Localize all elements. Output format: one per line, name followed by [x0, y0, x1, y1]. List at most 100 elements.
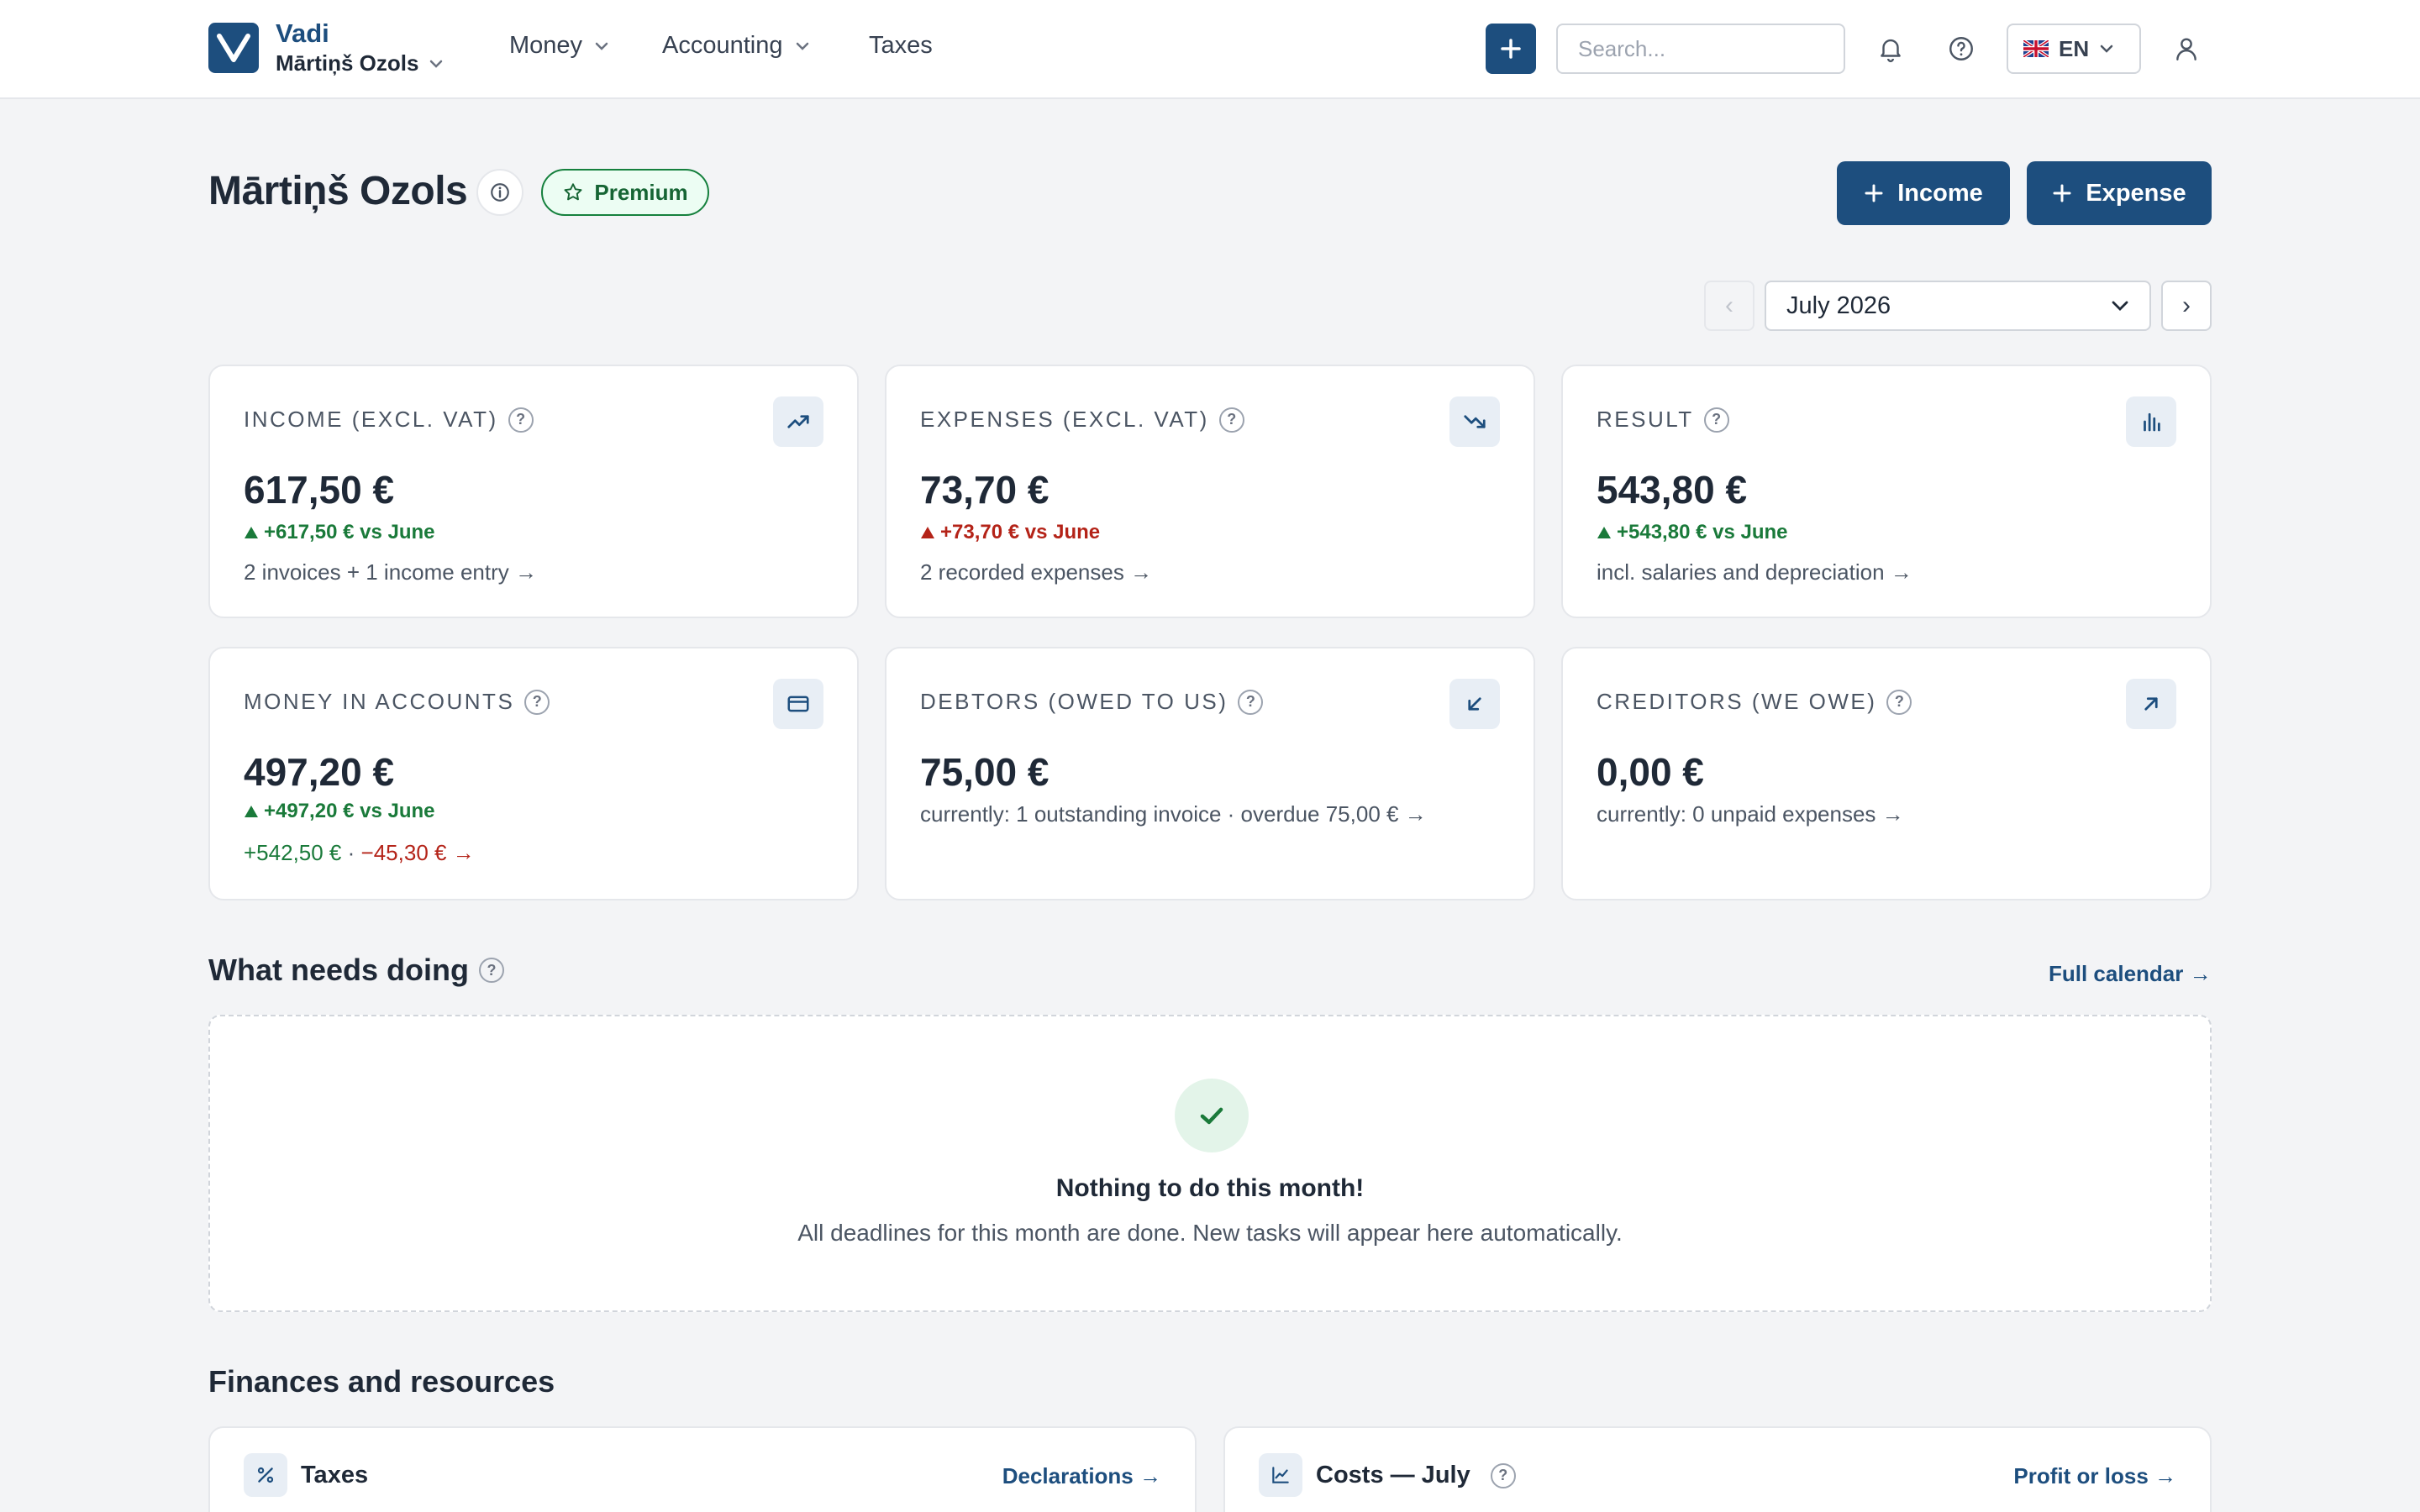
- debtors-details-link[interactable]: currently: 1 outstanding invoice · overd…: [920, 801, 1427, 827]
- result-change-text: +543,80 € vs June: [1617, 521, 1788, 543]
- top-bar: Vadi Mārtiņš Ozols Money Accounting Taxe…: [0, 0, 2420, 99]
- help-icon[interactable]: ?: [1886, 689, 1912, 715]
- empty-state-subtitle: All deadlines for this month are done. N…: [797, 1220, 1623, 1246]
- creditors-card: CREDITORS (WE OWE) ? 0,00 € currently: 0…: [1561, 647, 2212, 900]
- money-card-label: MONEY IN ACCOUNTS: [244, 689, 515, 714]
- taxes-card: Taxes Declarations →: [208, 1426, 1197, 1512]
- chevron-down-icon: [795, 41, 810, 51]
- bell-icon[interactable]: [1870, 29, 1911, 69]
- nav-money[interactable]: Money: [509, 32, 609, 60]
- money-in: +542,50 €: [244, 840, 342, 865]
- add-expense-label: Expense: [2086, 179, 2186, 207]
- expenses-change: +73,70 € vs June: [920, 521, 1100, 544]
- search-input[interactable]: [1556, 24, 1845, 74]
- money-change: +497,20 € vs June: [244, 800, 434, 823]
- trending-down-icon: [1449, 396, 1500, 447]
- income-card-label: INCOME (EXCL. VAT): [244, 407, 498, 432]
- card-label: RESULT ?: [1597, 407, 1729, 433]
- user-icon[interactable]: [2166, 29, 2207, 69]
- line-chart-icon: [1259, 1453, 1302, 1497]
- result-card-label: RESULT: [1597, 407, 1694, 432]
- expenses-card: EXPENSES (EXCL. VAT) ? 73,70 € +73,70 € …: [885, 365, 1535, 618]
- page-title: Mārtiņš Ozols: [208, 169, 468, 213]
- separator: ·: [347, 840, 355, 865]
- language-select[interactable]: EN: [2007, 24, 2141, 74]
- triangle-up-icon: [244, 526, 259, 539]
- help-icon[interactable]: ?: [508, 407, 534, 433]
- plus-icon: [2052, 183, 2072, 203]
- brand-name: Vadi: [276, 18, 329, 48]
- money-flow-link[interactable]: +542,50 € · −45,30 € →: [244, 840, 475, 866]
- profit-or-loss-link[interactable]: Profit or loss →: [2013, 1463, 2176, 1489]
- nav-taxes-label: Taxes: [869, 32, 933, 59]
- period-select[interactable]: July 2026: [1765, 281, 2151, 331]
- help-icon[interactable]: ?: [1218, 407, 1244, 433]
- nav-accounting[interactable]: Accounting: [662, 32, 810, 60]
- language-code: EN: [2059, 35, 2090, 61]
- help-icon[interactable]: ?: [1703, 407, 1729, 433]
- creditors-card-label: CREDITORS (WE OWE): [1597, 689, 1877, 714]
- money-change-text: +497,20 € vs June: [264, 800, 435, 822]
- expenses-card-label: EXPENSES (EXCL. VAT): [920, 407, 1209, 432]
- result-card: RESULT ? 543,80 € +543,80 € vs June incl…: [1561, 365, 2212, 618]
- card-label: INCOME (EXCL. VAT) ?: [244, 407, 534, 433]
- add-income-button[interactable]: Income: [1837, 161, 2010, 225]
- money-out: −45,30 € →: [360, 840, 475, 865]
- costs-title: Costs — July: [1316, 1462, 1470, 1488]
- triangle-up-icon: [244, 805, 259, 818]
- result-details-link[interactable]: incl. salaries and depreciation →: [1597, 559, 1912, 585]
- taxes-card-title: Taxes: [301, 1462, 368, 1489]
- chevron-down-icon: [429, 59, 444, 69]
- money-value: 497,20 €: [244, 750, 395, 794]
- creditors-details-link[interactable]: currently: 0 unpaid expenses →: [1597, 801, 1904, 827]
- uk-flag-icon: [2023, 40, 2049, 57]
- add-expense-button[interactable]: Expense: [2027, 161, 2212, 225]
- nav-accounting-label: Accounting: [662, 32, 783, 59]
- plus-icon: [1499, 37, 1523, 60]
- help-icon[interactable]: [1941, 29, 1981, 69]
- income-details-link[interactable]: 2 invoices + 1 income entry →: [244, 559, 537, 585]
- help-icon[interactable]: ?: [1490, 1462, 1516, 1488]
- percent-icon: [244, 1453, 287, 1497]
- triangle-up-icon: [1597, 526, 1612, 539]
- full-calendar-link[interactable]: Full calendar →: [2049, 961, 2212, 987]
- card-label: DEBTORS (OWED TO US) ?: [920, 689, 1264, 715]
- org-name: Mārtiņš Ozols: [276, 50, 419, 76]
- debtors-card: DEBTORS (OWED TO US) ? 75,00 € currently…: [885, 647, 1535, 900]
- debtors-value: 75,00 €: [920, 750, 1050, 794]
- plus-icon: [1864, 183, 1884, 203]
- trending-up-icon: [773, 396, 823, 447]
- expenses-value: 73,70 €: [920, 468, 1050, 512]
- expenses-details-link[interactable]: 2 recorded expenses →: [920, 559, 1152, 585]
- chevron-down-icon: [594, 41, 609, 51]
- money-card: MONEY IN ACCOUNTS ? 497,20 € +497,20 € v…: [208, 647, 859, 900]
- tasks-section-title: What needs doing ?: [208, 953, 504, 988]
- costs-card-title: Costs — July ?: [1316, 1462, 1516, 1489]
- debtors-card-label: DEBTORS (OWED TO US): [920, 689, 1228, 714]
- taxes-title: Taxes: [301, 1462, 369, 1488]
- add-income-label: Income: [1897, 179, 1983, 207]
- income-change: +617,50 € vs June: [244, 521, 434, 544]
- check-icon: [1175, 1079, 1249, 1152]
- income-value: 617,50 €: [244, 468, 395, 512]
- creditors-value: 0,00 €: [1597, 750, 1704, 794]
- next-period-button[interactable]: ›: [2161, 281, 2212, 331]
- quick-add-button[interactable]: [1486, 24, 1536, 74]
- help-icon[interactable]: ?: [479, 958, 504, 983]
- period-value: July 2026: [1786, 291, 1891, 319]
- bar-chart-icon: [2126, 396, 2176, 447]
- info-icon[interactable]: [476, 169, 523, 216]
- help-icon[interactable]: ?: [524, 689, 550, 715]
- arrow-up-right-icon: [2126, 679, 2176, 729]
- prev-period-button[interactable]: ‹: [1704, 281, 1754, 331]
- nav-taxes[interactable]: Taxes: [869, 32, 933, 60]
- v-logo-icon[interactable]: [208, 23, 259, 73]
- tasks-title: What needs doing: [208, 953, 469, 987]
- costs-card: Costs — July ? Profit or loss →: [1223, 1426, 2212, 1512]
- arrow-down-left-icon: [1449, 679, 1500, 729]
- help-icon[interactable]: ?: [1238, 689, 1264, 715]
- card-label: MONEY IN ACCOUNTS ?: [244, 689, 550, 715]
- declarations-link[interactable]: Declarations →: [1002, 1463, 1161, 1489]
- org-switcher[interactable]: Mārtiņš Ozols: [276, 50, 444, 76]
- premium-badge: Premium: [541, 169, 709, 216]
